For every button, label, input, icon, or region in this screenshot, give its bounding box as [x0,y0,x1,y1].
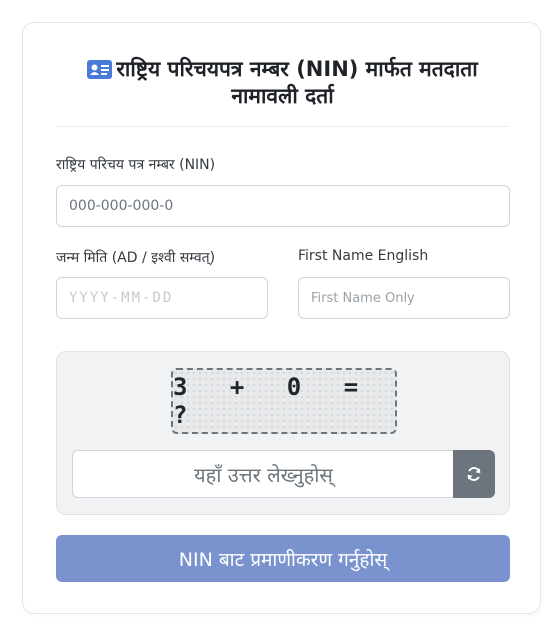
first-name-input[interactable]: First Name Only [298,277,510,319]
captcha-answer-input[interactable]: यहाँ उत्तर लेख्नुहोस् [72,450,454,498]
captcha-refresh-button[interactable] [453,450,495,498]
captcha-question: 3 + 0 = ? [171,368,397,434]
captcha-answer-placeholder: यहाँ उत्तर लेख्नुहोस् [194,462,333,487]
captcha-panel: 3 + 0 = ? यहाँ उत्तर लेख्नुहोस् [56,351,510,515]
id-card-icon [87,59,113,79]
nin-placeholder: 000-000-000-0 [69,198,174,214]
card-header: राष्ट्रिय परिचयपत्र नम्बर (NIN) मार्फत म… [56,56,509,127]
page-title-line1: राष्ट्रिय परिचयपत्र नम्बर (NIN) मार्फत म… [116,57,478,81]
verify-nin-button[interactable]: NIN बाट प्रमाणीकरण गर्नुहोस् [56,535,510,582]
dob-input[interactable]: YYYY-MM-DD [56,277,268,319]
first-name-label: First Name English [298,248,429,264]
nin-label: राष्ट्रिय परिचय पत्र नम्बर (NIN) [56,157,216,173]
first-name-placeholder: First Name Only [311,290,415,306]
dob-placeholder: YYYY-MM-DD [69,290,174,306]
refresh-icon [467,467,481,481]
page-title: राष्ट्रिय परिचयपत्र नम्बर (NIN) मार्फत म… [56,56,509,110]
nin-input[interactable]: 000-000-000-0 [56,185,510,227]
registration-card: राष्ट्रिय परिचयपत्र नम्बर (NIN) मार्फत म… [22,22,541,614]
dob-label: जन्म मिति (AD / इश्वी सम्वत्) [56,250,216,266]
page-title-line2: नामावली दर्ता [231,84,334,108]
